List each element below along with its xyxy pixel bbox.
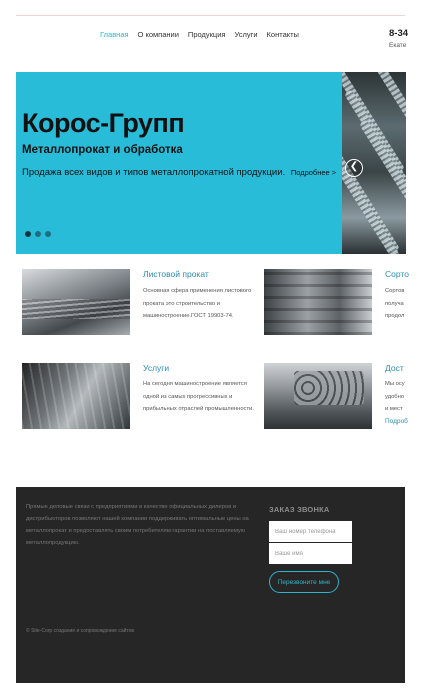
- name-input[interactable]: [269, 543, 352, 564]
- top-divider: [16, 15, 405, 16]
- section-metal-image[interactable]: [264, 269, 372, 335]
- slider-dots: [25, 231, 51, 237]
- card-text-sheet: Основная сфера применения листового прок…: [143, 285, 251, 323]
- footer-about-line: металлопрокат и предоставлять своим потр…: [26, 528, 246, 534]
- callback-title: ЗАКАЗ ЗВОНКА: [269, 505, 330, 514]
- card-text-line: Сортов: [385, 288, 405, 294]
- hero-description-text: Продажа всех видов и типов металлопрокат…: [22, 167, 286, 178]
- card-title-sheet[interactable]: Листовой прокат: [143, 269, 209, 279]
- card-text-services: На сегодня машиностроение является одной…: [143, 378, 254, 416]
- hero-title: Корос-Групп: [22, 108, 185, 138]
- header-city: Екате: [389, 42, 407, 49]
- hero-description: Продажа всех видов и типов металлопрокат…: [22, 167, 336, 178]
- footer: Прямые деловые связи с предприятиями в к…: [16, 487, 405, 683]
- card-text-line: На сегодня машиностроение является: [143, 381, 247, 387]
- nav-item-products[interactable]: Продукция: [188, 30, 226, 39]
- sheet-metal-image[interactable]: [22, 269, 130, 335]
- phone-input[interactable]: [269, 521, 352, 542]
- card-text-line: прибыльных отраслей промышленности.: [143, 406, 254, 412]
- nav-item-home[interactable]: Главная: [100, 30, 129, 39]
- slider-dot-1[interactable]: [25, 231, 31, 237]
- card-text-line: продол: [385, 313, 405, 319]
- card-text-line: удобно: [385, 393, 405, 400]
- copyright-text[interactable]: © Site-Corp создание и сопровождение сай…: [26, 628, 134, 634]
- slider-dot-2[interactable]: [35, 231, 41, 237]
- footer-about-line: дистрибьюторов позволяют нашей компании …: [26, 516, 249, 522]
- card-text-delivery: Мы осу удобно и мест: [385, 378, 405, 416]
- card-text-line: Основная сфера применения листового: [143, 288, 252, 294]
- footer-about-line: металлопродукцию.: [26, 540, 80, 546]
- card-text-line: проката это строительство и: [143, 300, 220, 307]
- main-nav: Главная О компании Продукция Услуги Конт…: [100, 30, 308, 39]
- hero-subtitle: Металлопрокат и обработка: [22, 144, 183, 156]
- slider-dot-3[interactable]: [45, 231, 51, 237]
- card-text-line: и мест: [385, 406, 403, 412]
- hero-more-link[interactable]: Подробнее >: [291, 168, 336, 177]
- delivery-image[interactable]: [264, 363, 372, 429]
- card-text-line: Мы осу: [385, 381, 405, 387]
- card-title-delivery[interactable]: Дост: [385, 363, 404, 373]
- slider-prev-arrow-icon[interactable]: ❮: [345, 159, 363, 177]
- card-more-link-delivery[interactable]: Подроб: [385, 418, 408, 425]
- card-text-line: одной из самых прогрессивных и: [143, 393, 233, 400]
- nav-item-about[interactable]: О компании: [138, 30, 179, 39]
- card-text-section: Сортов получа продол: [385, 285, 404, 323]
- nav-item-contacts[interactable]: Контакты: [267, 30, 299, 39]
- card-text-line: машиностроение.ГОСТ 19903-74.: [143, 313, 234, 319]
- header-phone: 8-34: [389, 28, 409, 39]
- hero-slider: Корос-Групп Металлопрокат и обработка Пр…: [16, 72, 342, 254]
- footer-about-line: Прямые деловые связи с предприятиями в к…: [26, 504, 237, 510]
- card-title-section[interactable]: Сорто: [385, 269, 409, 279]
- services-image[interactable]: [22, 363, 130, 429]
- nav-item-services[interactable]: Услуги: [234, 30, 257, 39]
- card-title-services[interactable]: Услуги: [143, 363, 169, 373]
- card-text-line: получа: [385, 300, 404, 307]
- footer-about-text: Прямые деловые связи с предприятиями в к…: [26, 501, 249, 549]
- callback-button[interactable]: Перезвоните мне: [269, 571, 339, 593]
